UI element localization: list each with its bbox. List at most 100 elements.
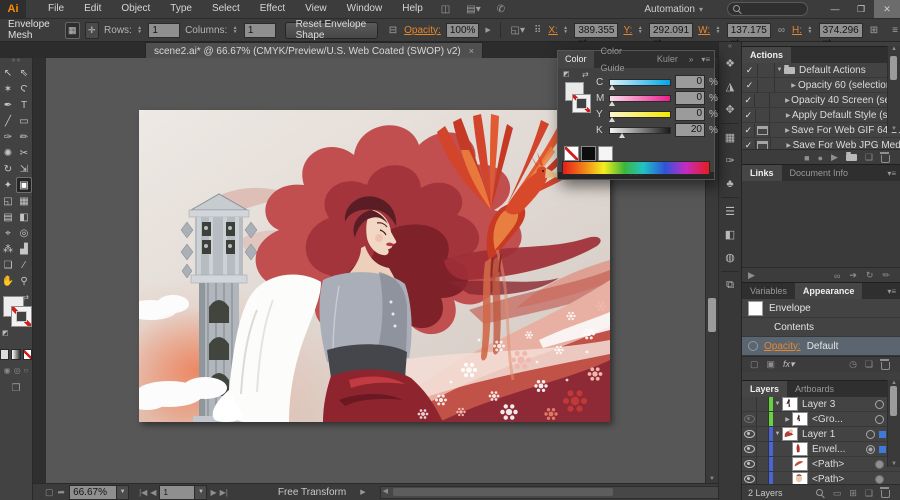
- artboard-tool[interactable]: ❏: [0, 257, 16, 273]
- delete-action-icon[interactable]: [881, 155, 890, 163]
- status-flyout-icon[interactable]: ▶: [360, 488, 365, 496]
- toggle-item-check[interactable]: ✓: [742, 124, 755, 137]
- scroll-down-icon[interactable]: ▼: [888, 461, 900, 467]
- scroll-left-icon[interactable]: ◀: [383, 487, 388, 497]
- hand-tool[interactable]: ✋: [0, 273, 16, 289]
- lasso-tool[interactable]: Ϛ: [16, 81, 32, 97]
- zoom-level-input[interactable]: 66.67%: [69, 485, 117, 500]
- expand-panels-icon[interactable]: «: [719, 42, 741, 52]
- app-logo-icon[interactable]: Ai: [0, 0, 26, 18]
- color-guide-icon[interactable]: ◮: [719, 75, 741, 98]
- tab-layers[interactable]: Layers: [742, 381, 787, 397]
- layer-row[interactable]: <Path>: [742, 457, 900, 472]
- h-input[interactable]: 374.296 pt: [819, 23, 863, 38]
- visibility-cell[interactable]: [742, 412, 757, 426]
- layer-name[interactable]: Envel...: [812, 444, 866, 455]
- direct-selection-tool[interactable]: ⇖: [16, 65, 32, 81]
- layer-name[interactable]: <Path>: [812, 474, 875, 485]
- appearance-row-opacity[interactable]: Opacity: Default: [742, 337, 900, 356]
- layer-row[interactable]: Envel...: [742, 442, 900, 457]
- collapse-panel-icon[interactable]: »: [685, 55, 697, 64]
- target-icon[interactable]: [875, 400, 884, 409]
- rectangle-tool[interactable]: ▭: [16, 113, 32, 129]
- gradient-mode-button[interactable]: [11, 349, 20, 360]
- target-icon[interactable]: [875, 460, 884, 469]
- opacity-link[interactable]: Opacity:: [404, 25, 441, 36]
- close-tab-icon[interactable]: ×: [469, 46, 474, 56]
- symbols-icon[interactable]: ♣: [719, 172, 741, 195]
- dialog-toggle-cell[interactable]: [758, 63, 775, 77]
- h-link[interactable]: H:: [792, 25, 802, 36]
- layer-name[interactable]: <Gro...: [812, 414, 875, 425]
- opacity-link[interactable]: Opacity:: [764, 341, 801, 352]
- blob-brush-tool[interactable]: ✺: [0, 145, 16, 161]
- new-set-folder-icon[interactable]: [846, 154, 857, 161]
- scale-strokes-icon[interactable]: ⊞: [868, 25, 880, 36]
- layer-row[interactable]: ▼Layer 1: [742, 427, 900, 442]
- artboard[interactable]: [139, 110, 610, 422]
- visibility-cell[interactable]: [742, 397, 757, 411]
- lock-cell[interactable]: [757, 442, 769, 456]
- y-value-input[interactable]: 0: [675, 107, 705, 121]
- appearance-row-contents[interactable]: Contents: [742, 318, 900, 337]
- expand-icon[interactable]: ▼: [773, 401, 782, 407]
- columns-stepper[interactable]: ▲▼: [232, 26, 238, 34]
- panel-menu-icon[interactable]: ▾≡: [887, 169, 900, 178]
- slider-thumb[interactable]: [619, 133, 625, 138]
- x-stepper[interactable]: ▲▼: [563, 26, 569, 34]
- expand-icon[interactable]: ▶: [784, 112, 792, 119]
- export-icon[interactable]: ➦: [58, 487, 66, 498]
- preview-mode-icon[interactable]: ▢: [45, 487, 54, 498]
- tab-artboards[interactable]: Artboards: [787, 381, 842, 397]
- paintbrush-tool[interactable]: ✑: [0, 129, 16, 145]
- show-link-info-icon[interactable]: ▶: [748, 270, 755, 281]
- restore-button[interactable]: ❐: [848, 0, 874, 18]
- play-icon[interactable]: ▶: [831, 152, 838, 163]
- scale-tool[interactable]: ⇲: [16, 161, 32, 177]
- black-swatch[interactable]: [581, 146, 596, 161]
- y-link[interactable]: Y:: [623, 25, 632, 36]
- panel-toggle-icon[interactable]: ≡: [890, 25, 900, 36]
- new-stroke-icon[interactable]: ▢: [750, 359, 759, 370]
- update-link-icon[interactable]: ↻: [866, 270, 874, 281]
- dialog-toggle-cell[interactable]: [755, 93, 769, 107]
- scroll-thumb[interactable]: [890, 56, 897, 80]
- layer-name[interactable]: <Path>: [812, 459, 875, 470]
- toggle-item-check[interactable]: ✓: [742, 79, 758, 92]
- width-tool[interactable]: ✦: [0, 177, 16, 193]
- screen-mode-icon[interactable]: ❐: [0, 383, 32, 394]
- y-slider[interactable]: [609, 111, 671, 118]
- swap-colors-icon[interactable]: ⇄: [582, 70, 589, 79]
- rows-input[interactable]: 1: [148, 23, 180, 38]
- opacity-input[interactable]: 100%: [446, 23, 480, 38]
- lock-cell[interactable]: [757, 397, 769, 411]
- duplicate-item-icon[interactable]: ❏: [865, 359, 873, 370]
- color-panel-icon[interactable]: ❖: [719, 52, 741, 75]
- reset-envelope-button[interactable]: Reset Envelope Shape: [285, 22, 378, 39]
- shape-builder-tool[interactable]: ◱: [0, 193, 16, 209]
- tab-links[interactable]: Links: [742, 165, 782, 181]
- target-icon[interactable]: [866, 445, 875, 454]
- tab-variables[interactable]: Variables: [742, 283, 795, 299]
- tab-appearance[interactable]: Appearance: [795, 283, 863, 299]
- menu-effect[interactable]: Effect: [250, 0, 295, 18]
- edit-original-icon[interactable]: ✏: [882, 270, 890, 281]
- c-value-input[interactable]: 0: [675, 75, 705, 89]
- m-slider[interactable]: [609, 95, 671, 102]
- action-row[interactable]: ✓▶Apply Default Style (selecti...: [742, 108, 900, 123]
- next-artboard-icon[interactable]: ▶: [210, 488, 216, 497]
- link-dimensions-icon[interactable]: ∞: [776, 25, 787, 36]
- dialog-toggle-icon[interactable]: [757, 126, 768, 135]
- visibility-cell[interactable]: [742, 457, 757, 471]
- close-button[interactable]: ✕: [874, 0, 900, 18]
- expand-icon[interactable]: ▼: [773, 431, 782, 437]
- dialog-toggle-cell[interactable]: [756, 138, 771, 149]
- scroll-up-icon[interactable]: ▲: [888, 46, 900, 52]
- menu-help[interactable]: Help: [392, 0, 433, 18]
- lock-cell[interactable]: [757, 412, 769, 426]
- relink-icon[interactable]: ∞: [834, 271, 840, 281]
- go-to-link-icon[interactable]: ➔: [849, 270, 857, 281]
- default-swatches-icon[interactable]: ◩: [2, 329, 9, 337]
- x-link[interactable]: X:: [548, 25, 557, 36]
- pencil-tool[interactable]: ✏: [16, 129, 32, 145]
